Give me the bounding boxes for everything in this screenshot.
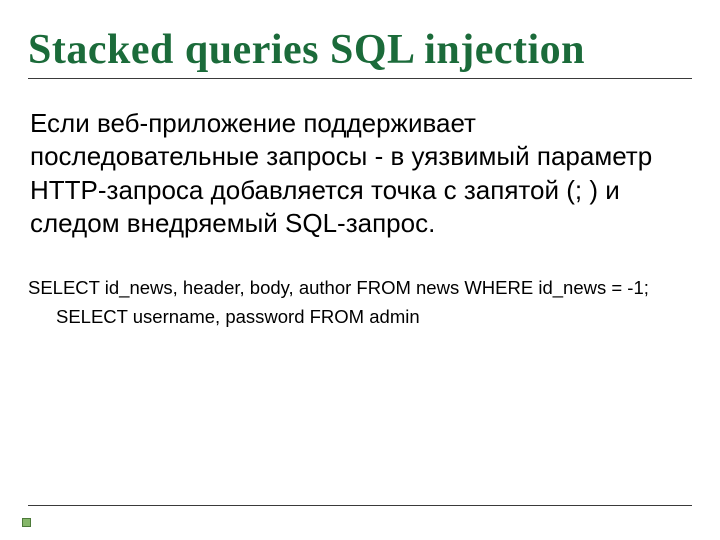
footer-bullet-icon	[22, 518, 31, 527]
slide: Stacked queries SQL injection Если веб-п…	[0, 0, 720, 540]
body-paragraph: Если веб-приложение поддерживает последо…	[30, 107, 690, 240]
sql-line-2: SELECT username, password FROM admin	[28, 303, 692, 332]
footer-divider	[28, 505, 692, 506]
title-divider	[28, 78, 692, 79]
slide-title: Stacked queries SQL injection	[28, 26, 692, 74]
sql-line-1: SELECT id_news, header, body, author FRO…	[28, 274, 692, 303]
sql-example: SELECT id_news, header, body, author FRO…	[28, 274, 692, 331]
